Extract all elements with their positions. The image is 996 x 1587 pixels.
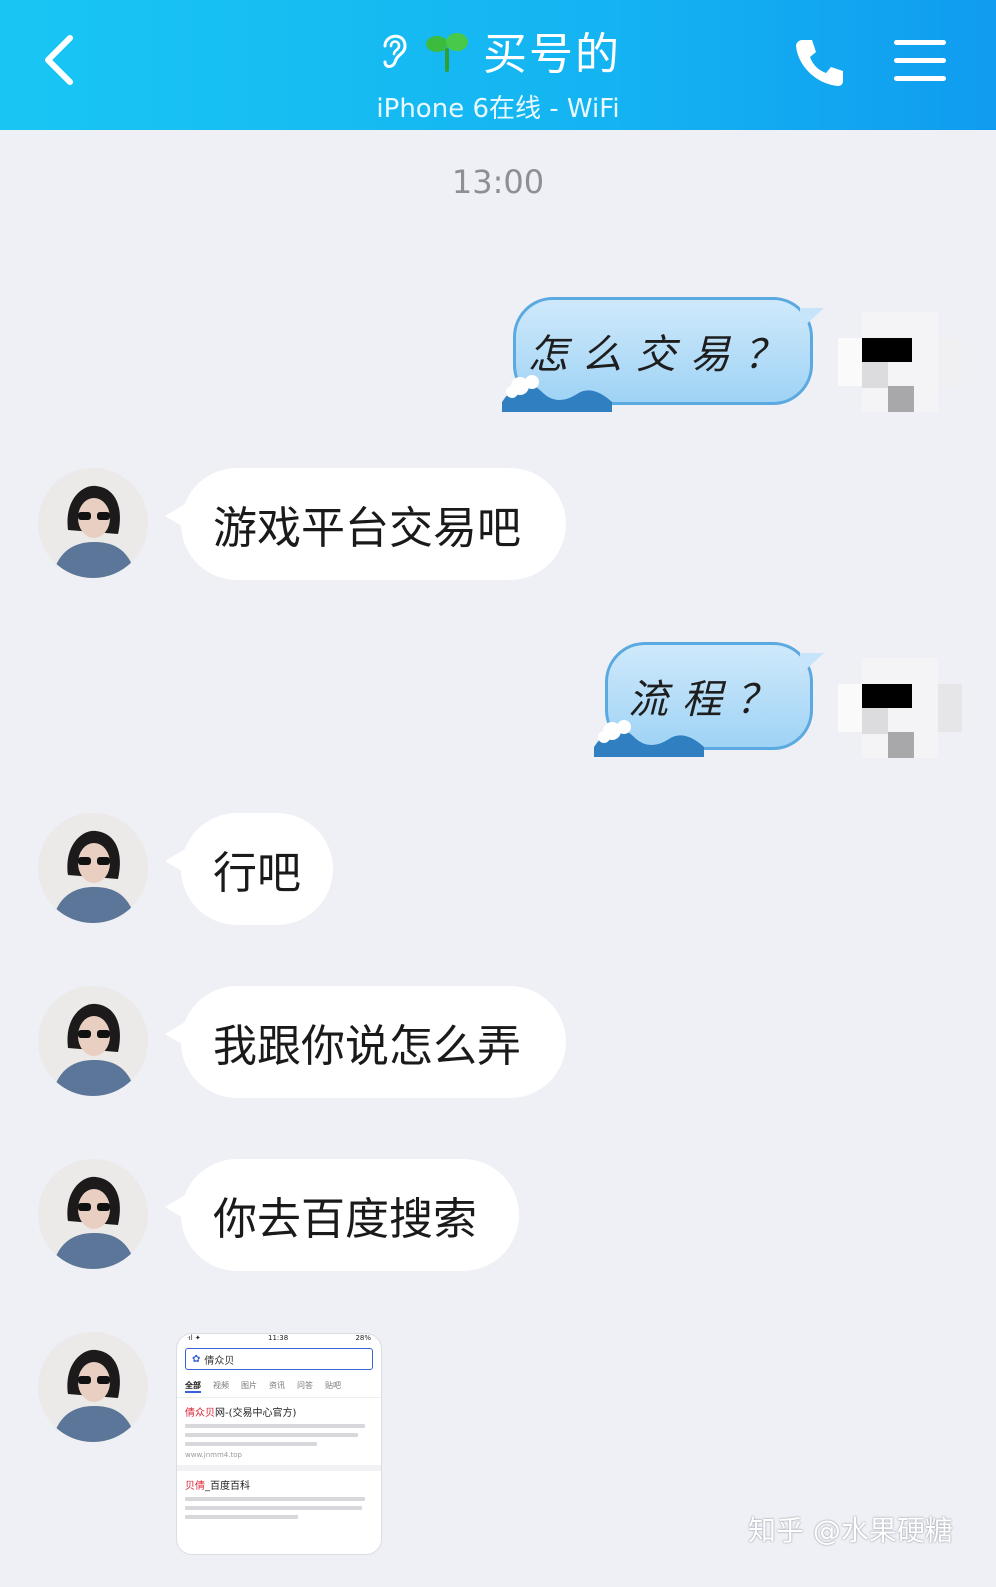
- message-text: 我跟你说怎么弄: [213, 1021, 521, 1072]
- contact-avatar[interactable]: [38, 1159, 148, 1269]
- screenshot-result: 贝倩_百度百科: [177, 1471, 381, 1530]
- contact-avatar[interactable]: [38, 813, 148, 923]
- result-highlight: 倩众贝: [185, 1408, 215, 1419]
- ear-icon: [383, 34, 407, 68]
- screenshot-tab: 图片: [241, 1381, 257, 1390]
- screenshot-signal: ᐧıl ✦: [187, 1334, 201, 1342]
- result-url: www.jnmm4.top: [185, 1451, 242, 1459]
- screenshot-tab: 资讯: [269, 1381, 285, 1390]
- contact-avatar[interactable]: [38, 1332, 148, 1442]
- result-title: _百度百科: [205, 1481, 250, 1492]
- wave-decoration-icon: [502, 375, 612, 412]
- screenshot-tab: 贴吧: [325, 1381, 341, 1390]
- screenshot-tab: 问答: [297, 1381, 313, 1390]
- screenshot-time: 11:38: [268, 1334, 289, 1342]
- wave-decoration-icon: [594, 720, 704, 757]
- incoming-message[interactable]: 我跟你说怎么弄: [165, 986, 566, 1098]
- message-text: 行吧: [213, 848, 301, 899]
- contact-avatar-image: [38, 1332, 148, 1442]
- phone-icon[interactable]: [792, 34, 848, 90]
- contact-avatar-image: [38, 986, 148, 1096]
- incoming-message[interactable]: 行吧: [165, 813, 333, 925]
- contact-avatar-image: [38, 468, 148, 578]
- screenshot-tab: 全部: [185, 1380, 201, 1393]
- screenshot-battery: 28%: [355, 1334, 371, 1342]
- contact-avatar-image: [38, 813, 148, 923]
- contact-avatar-image: [38, 1159, 148, 1269]
- paw-icon: ✿: [192, 1353, 201, 1365]
- screenshot-tab: 视频: [213, 1381, 229, 1390]
- screenshot-status-bar: ᐧıl ✦ 11:38 28%: [177, 1334, 381, 1344]
- image-message-screenshot[interactable]: ᐧıl ✦ 11:38 28% ✿ 倩众贝 全部 视频 图片 资讯 问答 贴吧 …: [176, 1333, 382, 1555]
- chat-header: 买号的 iPhone 6在线 - WiFi: [0, 0, 996, 130]
- menu-icon[interactable]: [892, 36, 948, 86]
- message-timestamp: 13:00: [451, 163, 545, 201]
- self-avatar-pixelated[interactable]: [838, 658, 962, 758]
- screenshot-tabs: 全部 视频 图片 资讯 问答 贴吧: [177, 1374, 381, 1398]
- screenshot-search-text: 倩众贝: [204, 1355, 235, 1367]
- online-status: iPhone 6在线 - WiFi: [376, 94, 620, 124]
- outgoing-message[interactable]: 流程？: [594, 642, 824, 757]
- contact-avatar[interactable]: [38, 468, 148, 578]
- outgoing-message[interactable]: 怎么交易？: [502, 297, 824, 412]
- message-text: 游戏平台交易吧: [213, 503, 521, 554]
- incoming-message[interactable]: 你去百度搜索: [165, 1159, 519, 1271]
- chat-title: 买号的: [483, 29, 621, 80]
- self-avatar-pixelated[interactable]: [838, 312, 962, 412]
- contact-avatar[interactable]: [38, 986, 148, 1096]
- incoming-message[interactable]: 游戏平台交易吧: [165, 468, 566, 580]
- screenshot-result: 倩众贝网-(交易中心官方) www.jnmm4.top: [177, 1398, 381, 1471]
- sprout-icon: [426, 33, 468, 72]
- message-text: 你去百度搜索: [213, 1194, 477, 1245]
- screenshot-search-box: ✿ 倩众贝: [185, 1348, 373, 1370]
- result-title: 网-(交易中心官方): [215, 1408, 297, 1419]
- zhihu-watermark: 知乎 @水果硬糖: [748, 1514, 953, 1547]
- result-highlight: 贝倩: [185, 1481, 205, 1492]
